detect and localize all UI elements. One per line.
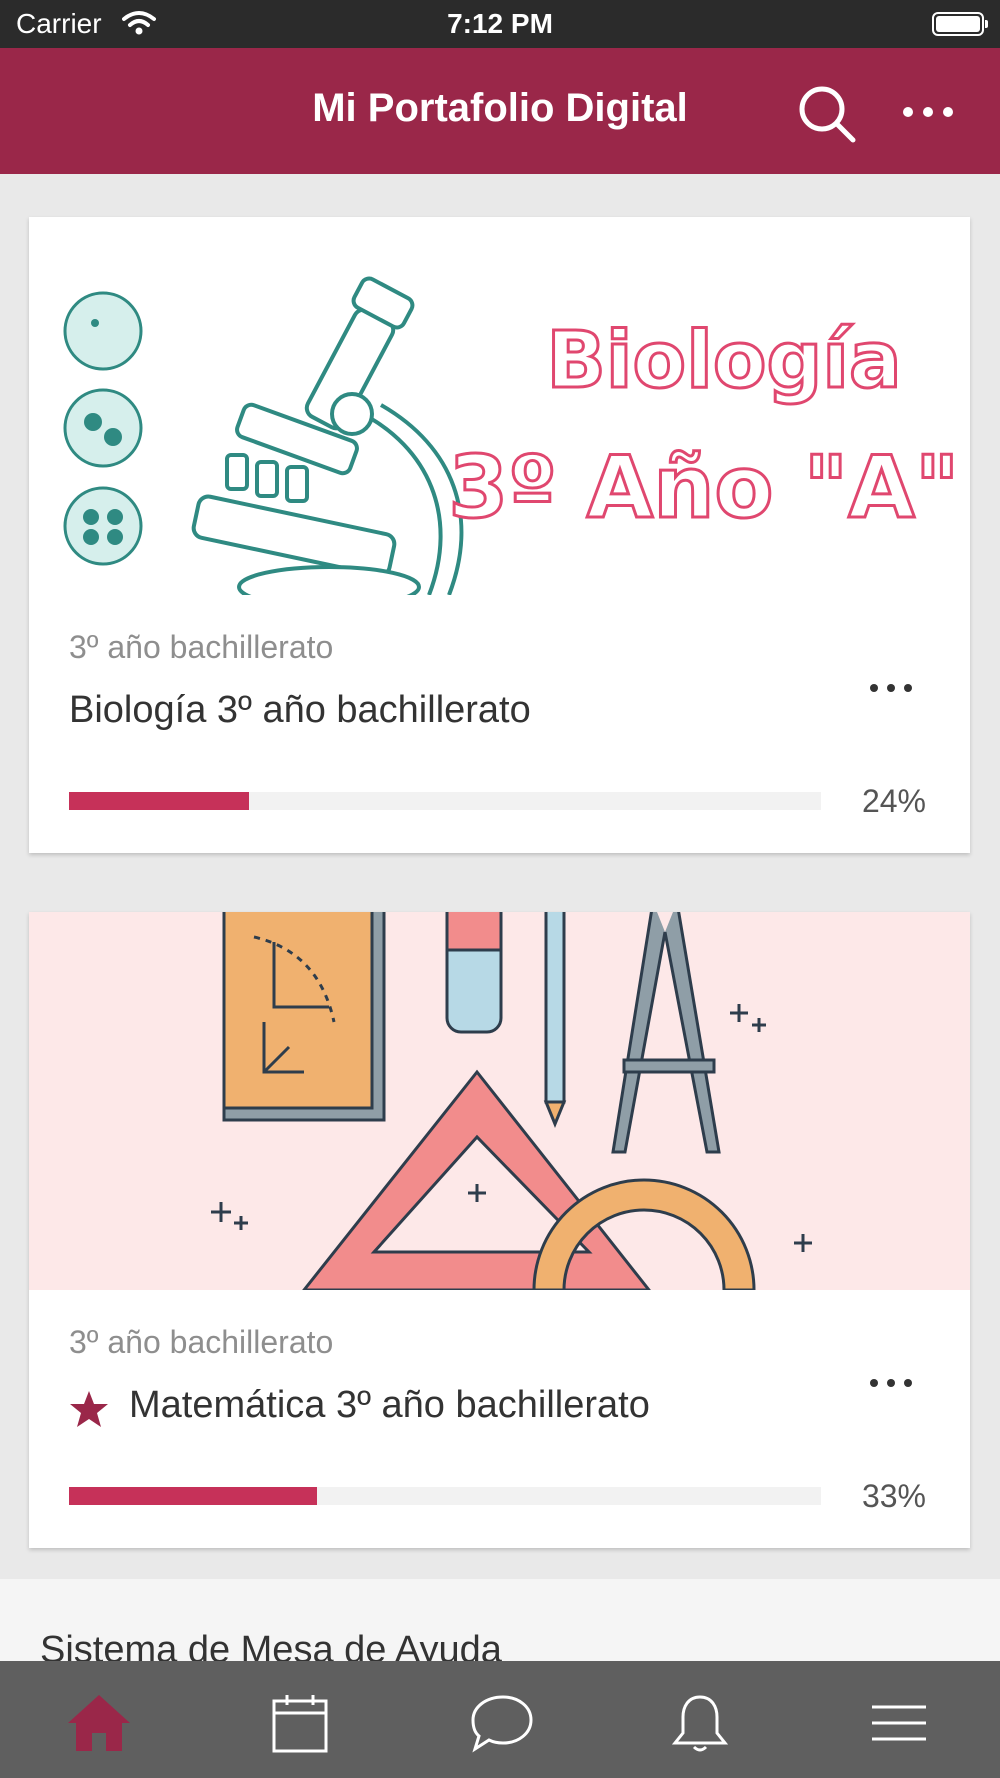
course-name[interactable]: Matemática 3º año bachillerato: [129, 1384, 650, 1427]
bell-icon[interactable]: [665, 1691, 735, 1755]
app-bar: Mi Portafolio Digital: [0, 48, 1000, 174]
home-icon[interactable]: [64, 1691, 134, 1755]
tab-bar: [0, 1661, 1000, 1778]
course-progress-bar: [69, 1487, 821, 1505]
course-cover-image: Biología 3º Año "A": [29, 217, 970, 595]
course-card-biologia[interactable]: Biología 3º Año "A" 3º año bachillerato …: [29, 217, 970, 853]
chat-icon[interactable]: [465, 1691, 535, 1755]
cover-title-line2: 3º Año "A": [448, 438, 959, 538]
course-options-icon[interactable]: [868, 1372, 914, 1394]
cover-title-line1: Biología: [546, 316, 901, 406]
battery-icon: [932, 12, 988, 36]
menu-icon[interactable]: [864, 1691, 934, 1755]
course-cover-image: [29, 912, 970, 1290]
course-progress-label: 33%: [861, 1478, 926, 1514]
favorite-star-icon[interactable]: [69, 1390, 109, 1433]
calendar-icon[interactable]: [265, 1691, 335, 1755]
clock: 7:12 PM: [447, 8, 553, 39]
course-progress-label: 24%: [861, 783, 926, 819]
course-options-icon[interactable]: [868, 677, 914, 699]
course-progress-fill: [69, 1487, 318, 1505]
course-card-matematica[interactable]: 3º año bachillerato Matemática 3º año ba…: [29, 912, 970, 1548]
course-name[interactable]: Biología 3º año bachillerato: [69, 689, 531, 732]
course-progress-bar: [69, 792, 821, 810]
status-bar: Carrier 7:12 PM: [0, 0, 1000, 48]
course-subtitle: 3º año bachillerato: [69, 629, 334, 665]
course-progress-fill: [69, 792, 250, 810]
search-icon[interactable]: [795, 82, 859, 146]
course-subtitle: 3º año bachillerato: [69, 1324, 334, 1360]
more-options-icon[interactable]: [900, 100, 956, 124]
